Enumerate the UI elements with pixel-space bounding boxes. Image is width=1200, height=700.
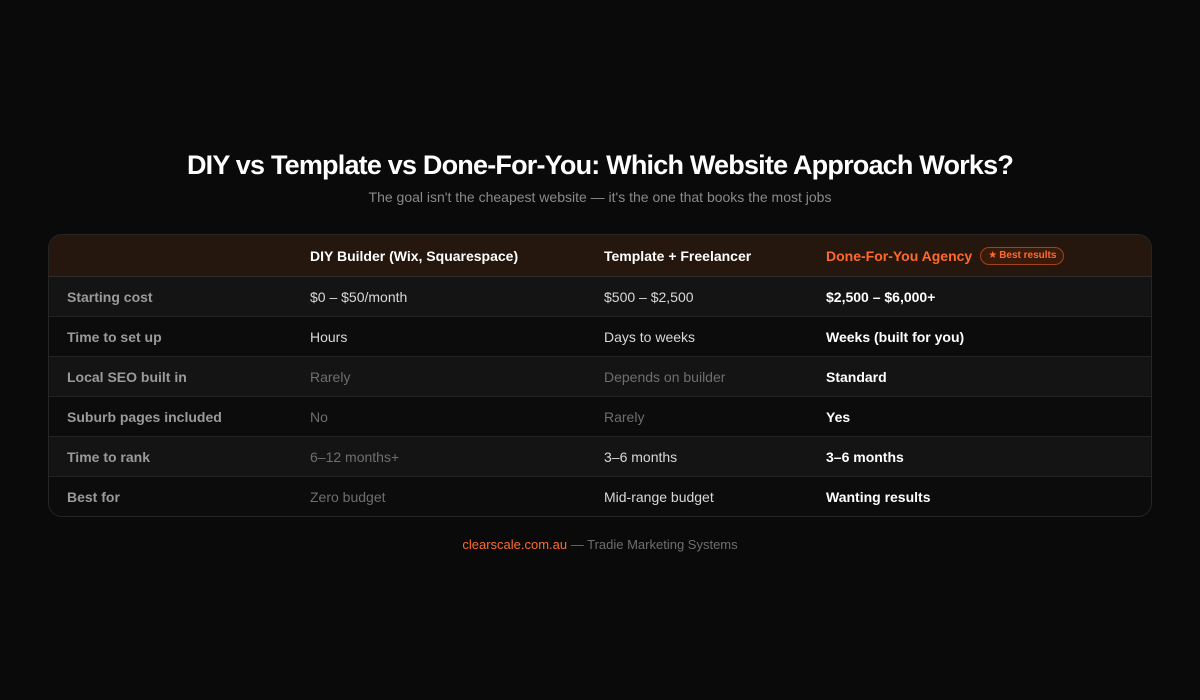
agency-value: Weeks (built for you)	[826, 328, 965, 345]
footer-brand-link[interactable]: clearscale.com.au	[462, 537, 567, 552]
table-row: Starting cost $0 – $50/month $500 – $2,5…	[49, 277, 1151, 317]
badge-text: Best results	[999, 250, 1057, 261]
row-label: Local SEO built in	[67, 368, 187, 385]
agency-value: Yes	[826, 408, 851, 425]
row-label: Starting cost	[67, 288, 153, 305]
comparison-table: DIY Builder (Wix, Squarespace) Template …	[48, 234, 1152, 517]
diy-value: 6–12 months+	[310, 448, 400, 465]
row-label: Best for	[67, 489, 120, 505]
header-template: Template + Freelancer	[604, 247, 752, 264]
agency-value: $2,500 – $6,000+	[826, 288, 936, 305]
agency-value: 3–6 months	[826, 448, 904, 465]
template-value: Depends on builder	[604, 368, 726, 385]
diy-value: Zero budget	[310, 489, 386, 505]
template-value: Days to weeks	[604, 328, 696, 345]
header-agency: Done-For-You Agency ★ Best results	[826, 235, 1065, 276]
agency-value: Wanting results	[826, 489, 931, 505]
row-label: Time to set up	[67, 328, 162, 345]
page-title: DIY vs Template vs Done-For-You: Which W…	[186, 150, 1014, 180]
star-icon: ★	[988, 250, 998, 261]
row-label: Time to rank	[67, 448, 150, 465]
best-results-badge: ★ Best results	[980, 246, 1065, 265]
diy-value: $0 – $50/month	[310, 288, 408, 305]
page-subtitle: The goal isn't the cheapest website — it…	[368, 189, 832, 205]
template-value: Mid-range budget	[604, 489, 714, 505]
agency-value: Standard	[826, 368, 887, 385]
table-row: Time to rank 6–12 months+ 3–6 months 3–6…	[49, 437, 1151, 477]
diy-value: Hours	[310, 328, 348, 345]
template-value: $500 – $2,500	[604, 288, 694, 305]
page: DIY vs Template vs Done-For-You: Which W…	[0, 0, 1200, 700]
header-diy: DIY Builder (Wix, Squarespace)	[310, 247, 519, 264]
table-row: Local SEO built in Rarely Depends on bui…	[49, 357, 1151, 397]
diy-value: Rarely	[310, 368, 351, 385]
footer-tagline: — Tradie Marketing Systems	[567, 537, 738, 552]
footer: clearscale.com.au — Tradie Marketing Sys…	[0, 537, 1200, 552]
header-agency-label: Done-For-You Agency	[826, 247, 973, 264]
table-header-row: DIY Builder (Wix, Squarespace) Template …	[49, 235, 1151, 277]
table-row: Suburb pages included No Rarely Yes	[49, 397, 1151, 437]
template-value: 3–6 months	[604, 448, 678, 465]
template-value: Rarely	[604, 408, 645, 425]
table-row: Time to set up Hours Days to weeks Weeks…	[49, 317, 1151, 357]
row-label: Suburb pages included	[67, 408, 222, 425]
diy-value: No	[310, 408, 328, 425]
table-row: Best for Zero budget Mid-range budget Wa…	[49, 477, 1151, 516]
